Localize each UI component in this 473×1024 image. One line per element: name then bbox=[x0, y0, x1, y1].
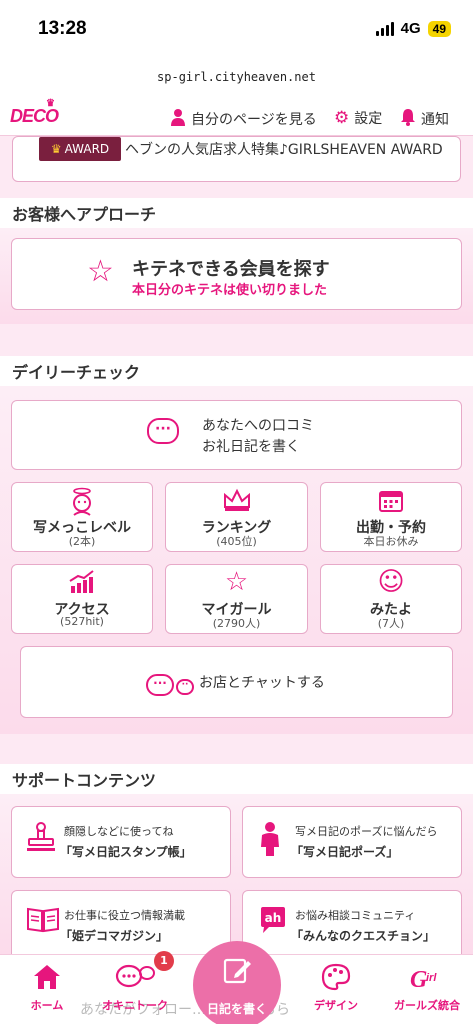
magazine-icon bbox=[26, 905, 60, 939]
tile-sub: 本日お休み bbox=[363, 535, 419, 548]
tile-sub: (7人) bbox=[377, 617, 405, 630]
support-desc: お悩み相談コミュニティ bbox=[295, 909, 416, 922]
stamp-icon bbox=[26, 821, 56, 859]
support-title: 「写メ日記スタンプ帳」 bbox=[60, 845, 192, 859]
tab-design[interactable]: デザイン bbox=[296, 957, 376, 1013]
url-bar[interactable]: sp-girl.cityheaven.net bbox=[0, 60, 473, 100]
tab-girls-integration[interactable]: Girl ガールズ統合 bbox=[387, 957, 467, 1013]
chat-bubble-icon: ··· bbox=[147, 418, 179, 444]
battery-icon: 49 bbox=[427, 20, 451, 37]
tab-girls-label: ガールズ統合 bbox=[394, 999, 460, 1012]
search-members-label: キテネできる会員を探す bbox=[132, 259, 330, 280]
section-title-support: サポートコンテンツ bbox=[0, 764, 473, 794]
support-desc: お仕事に役立つ情報満載 bbox=[64, 909, 185, 922]
crown-icon bbox=[166, 487, 307, 518]
tile-photo-level[interactable]: 写メっこレベル (2本) bbox=[11, 482, 153, 552]
person-icon bbox=[170, 108, 186, 130]
crown-icon: ♛ bbox=[50, 142, 62, 156]
review-thanks-button[interactable]: ··· あなたへの口コミ お礼日記を書く bbox=[11, 400, 462, 470]
girls-logo-icon: Girl bbox=[387, 957, 467, 991]
signal-icon bbox=[375, 21, 394, 36]
support-magazine[interactable]: お仕事に役立つ情報満載 「姫デコマガジン」 bbox=[11, 890, 231, 954]
tile-sub: (2本) bbox=[68, 535, 96, 548]
award-banner[interactable]: ♛ AWARD ヘブンの人気店求人特集♪GIRLSHEAVEN AWARD bbox=[12, 136, 461, 182]
chat-bubbles-icon: ··· ·· bbox=[146, 671, 194, 696]
tab-talk-label: オキニトーク bbox=[102, 999, 168, 1012]
star-icon: ☆ bbox=[87, 254, 114, 289]
thanks-diary-label: お礼日記を書く bbox=[202, 439, 300, 455]
tile-sub: (405位) bbox=[216, 535, 257, 548]
gear-icon: ⚙ bbox=[334, 107, 350, 128]
award-badge-label: AWARD bbox=[64, 142, 110, 156]
deco-logo[interactable]: DECO ♛ bbox=[10, 98, 59, 127]
bottom-tab-bar: あなたがフォロー…レベルごちら ホーム オキニトーク 1 日記を書く デザイン … bbox=[0, 941, 473, 1024]
support-title: 「姫デコマガジン」 bbox=[60, 929, 169, 943]
tile-mitayo[interactable]: ☺ みたよ (7人) bbox=[320, 564, 462, 634]
support-stamp-book[interactable]: 顔隠しなどに使ってね 「写メ日記スタンプ帳」 bbox=[11, 806, 231, 878]
logo-text: DECO bbox=[10, 106, 59, 126]
network-type: 4G bbox=[400, 20, 421, 37]
section-title-daily: デイリーチェック bbox=[0, 356, 473, 386]
home-icon bbox=[7, 957, 87, 991]
notify-link[interactable]: 通知 bbox=[400, 108, 449, 130]
settings-link[interactable]: ⚙ 設定 bbox=[334, 108, 382, 128]
tile-access[interactable]: アクセス (527hit) bbox=[11, 564, 153, 634]
support-desc: 写メ日記のポーズに悩んだら bbox=[295, 825, 438, 838]
palette-icon bbox=[296, 957, 376, 991]
write-diary-button[interactable]: 日記を書く bbox=[193, 941, 281, 1024]
tab-home[interactable]: ホーム bbox=[7, 957, 87, 1013]
smile-icon: ☺ bbox=[377, 567, 405, 597]
app-header: DECO ♛ 自分のページを見る ⚙ 設定 通知 bbox=[0, 98, 473, 136]
question-icon: ah bbox=[257, 905, 289, 941]
award-text: ヘブンの人気店求人特集♪GIRLSHEAVEN AWARD bbox=[125, 142, 443, 158]
talk-badge: 1 bbox=[154, 951, 174, 971]
crown-icon: ♛ bbox=[46, 98, 55, 109]
shop-chat-label: お店とチャットする bbox=[199, 675, 325, 691]
calendar-icon bbox=[321, 487, 461, 518]
tile-sub: (527hit) bbox=[60, 615, 104, 628]
award-badge: ♛ AWARD bbox=[39, 137, 121, 161]
svg-text:irl: irl bbox=[426, 972, 437, 984]
shop-chat-button[interactable]: ··· ·· お店とチャットする bbox=[20, 646, 453, 718]
pose-icon bbox=[257, 821, 283, 863]
review-label: あなたへの口コミ bbox=[202, 418, 314, 434]
tile-attendance[interactable]: 出勤・予約 本日お休み bbox=[320, 482, 462, 552]
star-icon: ☆ bbox=[224, 567, 249, 597]
support-question[interactable]: ah お悩み相談コミュニティ 「みんなのクエスチョン」 bbox=[242, 890, 462, 954]
tile-mygirl[interactable]: ☆ マイガール (2790人) bbox=[165, 564, 308, 634]
kitene-status: 本日分のキテネは使い切りました bbox=[132, 283, 328, 298]
tile-sub: (2790人) bbox=[212, 617, 261, 630]
svg-text:ah: ah bbox=[265, 911, 282, 925]
tile-ranking[interactable]: ランキング (405位) bbox=[165, 482, 308, 552]
mypage-label: 自分のページを見る bbox=[191, 112, 317, 128]
status-time: 13:28 bbox=[38, 18, 87, 39]
support-diary-pose[interactable]: 写メ日記のポーズに悩んだら 「写メ日記ポーズ」 bbox=[242, 806, 462, 878]
status-indicators: 4G 49 bbox=[375, 20, 451, 37]
pencil-icon bbox=[193, 955, 281, 992]
bell-icon bbox=[400, 108, 416, 130]
support-title: 「みんなのクエスチョン」 bbox=[291, 929, 436, 943]
search-members-button[interactable]: ☆ キテネできる会員を探す 本日分のキテネは使い切りました bbox=[11, 238, 462, 310]
support-title: 「写メ日記ポーズ」 bbox=[291, 845, 399, 859]
status-bar: 13:28 4G 49 bbox=[0, 0, 473, 60]
chart-icon bbox=[12, 569, 152, 600]
support-desc: 顔隠しなどに使ってね bbox=[64, 825, 174, 838]
settings-label: 設定 bbox=[354, 111, 383, 127]
mypage-link[interactable]: 自分のページを見る bbox=[170, 108, 317, 130]
section-title-approach: お客様へアプローチ bbox=[0, 198, 473, 228]
url-text: sp-girl.cityheaven.net bbox=[157, 70, 316, 84]
notify-label: 通知 bbox=[421, 112, 449, 128]
tab-design-label: デザイン bbox=[314, 999, 358, 1012]
write-diary-label: 日記を書く bbox=[206, 1002, 267, 1016]
tab-home-label: ホーム bbox=[30, 999, 64, 1012]
